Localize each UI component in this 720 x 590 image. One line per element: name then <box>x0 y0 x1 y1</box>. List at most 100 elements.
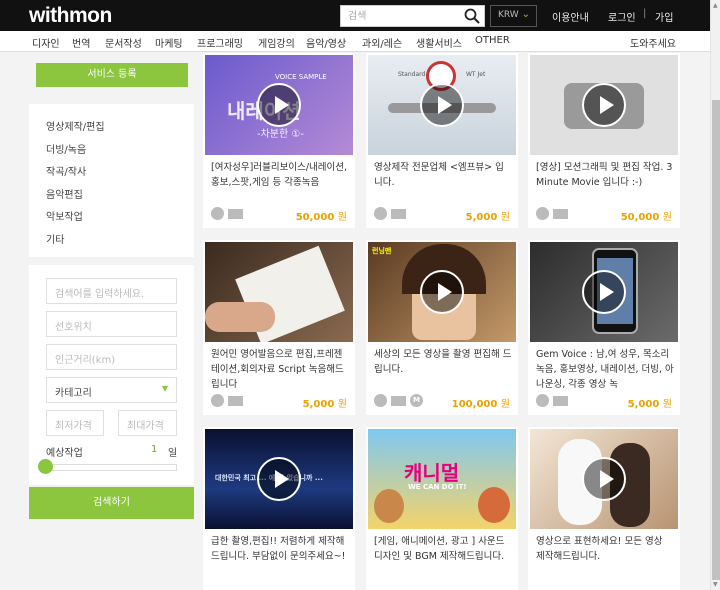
search-input[interactable] <box>341 6 459 26</box>
thumb-text: WT Jet <box>466 71 486 78</box>
card-price: 5,000 원 <box>303 395 347 410</box>
scroll-up-icon[interactable]: ▲ <box>713 2 718 9</box>
sidebar-item-video-production[interactable]: 영상제작/편집 <box>46 118 105 133</box>
service-card[interactable]: [영상] 모션그래픽 및 편집 작업. 3 Minute Movie 입니다 :… <box>528 53 680 228</box>
price-currency: 원 <box>337 399 347 410</box>
chevron-down-icon: ⌄ <box>521 9 530 20</box>
service-card[interactable]: Standard WT Jet 영상제작 전문업체 <엠프뷰> 입니다. 5,0… <box>366 53 518 228</box>
category-life-services[interactable]: 생활서비스 <box>416 35 462 50</box>
category-translation[interactable]: 번역 <box>72 35 90 50</box>
sidebar-item-sheet-music[interactable]: 악보작업 <box>46 208 83 223</box>
search-icon[interactable] <box>464 8 480 24</box>
service-card[interactable]: VOICE SAMPLE 내레이션 -차분한 ①- [여자성우]러블리보이스/내… <box>203 53 355 228</box>
days-label: 예상작업 <box>46 448 83 459</box>
category-marketing[interactable]: 마케팅 <box>155 35 183 50</box>
nav-guide[interactable]: 이용안내 <box>552 9 589 24</box>
mail-icon <box>391 396 406 406</box>
category-help[interactable]: 도와주세요 <box>630 35 676 50</box>
currency-select[interactable]: KRW ⌄ <box>490 5 537 27</box>
sidebar-item-composing[interactable]: 작곡/작사 <box>46 163 86 178</box>
service-card[interactable]: Gem Voice : 남,여 성우, 목소리 녹음, 홍보영상, 내레이션, … <box>528 240 680 415</box>
thumb-text: 캐니멀 <box>404 461 460 485</box>
card-title[interactable]: 영상으로 표현하세요! 모든 영상 제작해드립니다. <box>536 534 674 579</box>
sidebar-item-music-editing[interactable]: 음악편집 <box>46 186 83 201</box>
thumbnail[interactable]: 캐니멀 WE CAN DO IT! <box>368 429 516 529</box>
phone-icon <box>374 394 387 407</box>
search-box <box>340 5 485 27</box>
price-value: 5,000 <box>302 399 335 410</box>
nav-signup[interactable]: 가입 <box>655 9 673 24</box>
days-slider-track[interactable] <box>46 464 177 471</box>
play-icon[interactable] <box>420 270 464 314</box>
category-music-video[interactable]: 음악/영상 <box>306 35 346 50</box>
card-title[interactable]: 급한 촬영,편집!! 저렴하게 제작해드립니다. 부담없이 문의주세요~! <box>211 534 349 579</box>
category-design[interactable]: 디자인 <box>32 35 60 50</box>
sidebar-item-dubbing[interactable]: 더빙/녹음 <box>46 141 86 156</box>
location-field[interactable]: 선호위치 <box>46 311 177 337</box>
card-title[interactable]: 세상의 모든 영상을 촬영 편집해 드립니다. <box>374 347 512 392</box>
mail-icon <box>228 209 243 219</box>
card-price: 100,000 원 <box>452 395 510 410</box>
thumbnail[interactable]: 런닝맨 <box>368 242 516 342</box>
mail-icon <box>391 209 406 219</box>
card-title[interactable]: 영상제작 전문업체 <엠프뷰> 입니다. <box>374 160 512 205</box>
card-title[interactable]: [영상] 모션그래픽 및 편집 작업. 3 Minute Movie 입니다 :… <box>536 160 674 205</box>
thumb-text: 런닝맨 <box>372 247 392 255</box>
thumbnail[interactable] <box>205 242 353 342</box>
play-icon[interactable] <box>582 270 626 314</box>
card-title[interactable]: [여자성우]러블리보이스/내레이션,홍보,스팟,게임 등 각종녹음 <box>211 160 349 205</box>
thumbnail[interactable] <box>530 55 678 155</box>
phone-icon <box>536 394 549 407</box>
play-icon[interactable] <box>257 83 301 127</box>
thumbnail[interactable]: Standard WT Jet <box>368 55 516 155</box>
category-game-lessons[interactable]: 게임강의 <box>258 35 295 50</box>
price-currency: 원 <box>662 212 672 223</box>
search-button[interactable]: 검색하기 <box>29 487 194 519</box>
price-value: 5,000 <box>465 212 498 223</box>
price-currency: 원 <box>500 212 510 223</box>
nav-separator: | <box>643 8 647 19</box>
thumbnail[interactable] <box>530 429 678 529</box>
m-badge-icon: M <box>410 394 423 407</box>
days-slider-handle[interactable] <box>38 459 53 474</box>
page-scrollbar[interactable]: ▲ ▼ <box>710 0 720 590</box>
keyword-field[interactable]: 검색어를 입력하세요. <box>46 278 177 304</box>
scrollbar-thumb[interactable] <box>712 100 720 580</box>
service-card[interactable]: 런닝맨 세상의 모든 영상을 촬영 편집해 드립니다. M 100,000 원 <box>366 240 518 415</box>
play-icon[interactable] <box>582 457 626 501</box>
play-icon[interactable] <box>257 457 301 501</box>
nav-login[interactable]: 로그인 <box>608 9 636 24</box>
category-programming[interactable]: 프로그래밍 <box>197 35 243 50</box>
service-card[interactable]: 대한민국 최고 ... 에 와 있습니까 ... 급한 촬영,편집!! 저렴하게… <box>203 427 355 590</box>
phone-icon <box>536 207 549 220</box>
phone-icon <box>211 207 224 220</box>
logo[interactable]: withmon <box>29 4 112 28</box>
distance-field[interactable]: 인근거리(km) <box>46 344 177 370</box>
max-price-field[interactable]: 최대가격 <box>118 410 177 436</box>
mail-icon <box>553 396 568 406</box>
card-price: 5,000 원 <box>628 395 672 410</box>
service-card[interactable]: 캐니멀 WE CAN DO IT! [게임, 애니메이션, 광고 ] 사운드디자… <box>366 427 518 590</box>
card-title[interactable]: 원어민 영어발음으로 편집,프레젠테이션,회의자료 Script 녹음해드립니다 <box>211 347 349 392</box>
category-documents[interactable]: 문서작성 <box>105 35 142 50</box>
mail-icon <box>553 209 568 219</box>
category-other[interactable]: OTHER <box>475 35 510 46</box>
sidebar-item-etc[interactable]: 기타 <box>46 231 64 246</box>
card-title[interactable]: Gem Voice : 남,여 성우, 목소리 녹음, 홍보영상, 내레이션, … <box>536 347 674 392</box>
thumbnail[interactable]: VOICE SAMPLE 내레이션 -차분한 ①- <box>205 55 353 155</box>
card-title[interactable]: [게임, 애니메이션, 광고 ] 사운드디자인 및 BGM 제작해드립니다. <box>374 534 512 579</box>
play-icon[interactable] <box>420 83 464 127</box>
thumb-text: Standard <box>398 71 426 78</box>
category-select[interactable]: 카테고리 ▼ <box>46 377 177 403</box>
days-value: 1 <box>151 444 158 455</box>
thumbnail[interactable] <box>530 242 678 342</box>
play-icon[interactable] <box>582 83 626 127</box>
min-price-field[interactable]: 최저가격 <box>46 410 104 436</box>
service-card[interactable]: 원어민 영어발음으로 편집,프레젠테이션,회의자료 Script 녹음해드립니다… <box>203 240 355 415</box>
register-service-button[interactable]: 서비스 등록 <box>36 63 188 87</box>
service-card[interactable]: 영상으로 표현하세요! 모든 영상 제작해드립니다. <box>528 427 680 590</box>
thumb-text: VOICE SAMPLE <box>275 73 327 81</box>
thumbnail[interactable]: 대한민국 최고 ... 에 와 있습니까 ... <box>205 429 353 529</box>
scroll-down-icon[interactable]: ▼ <box>713 581 718 588</box>
category-tutoring[interactable]: 과외/레슨 <box>362 35 402 50</box>
